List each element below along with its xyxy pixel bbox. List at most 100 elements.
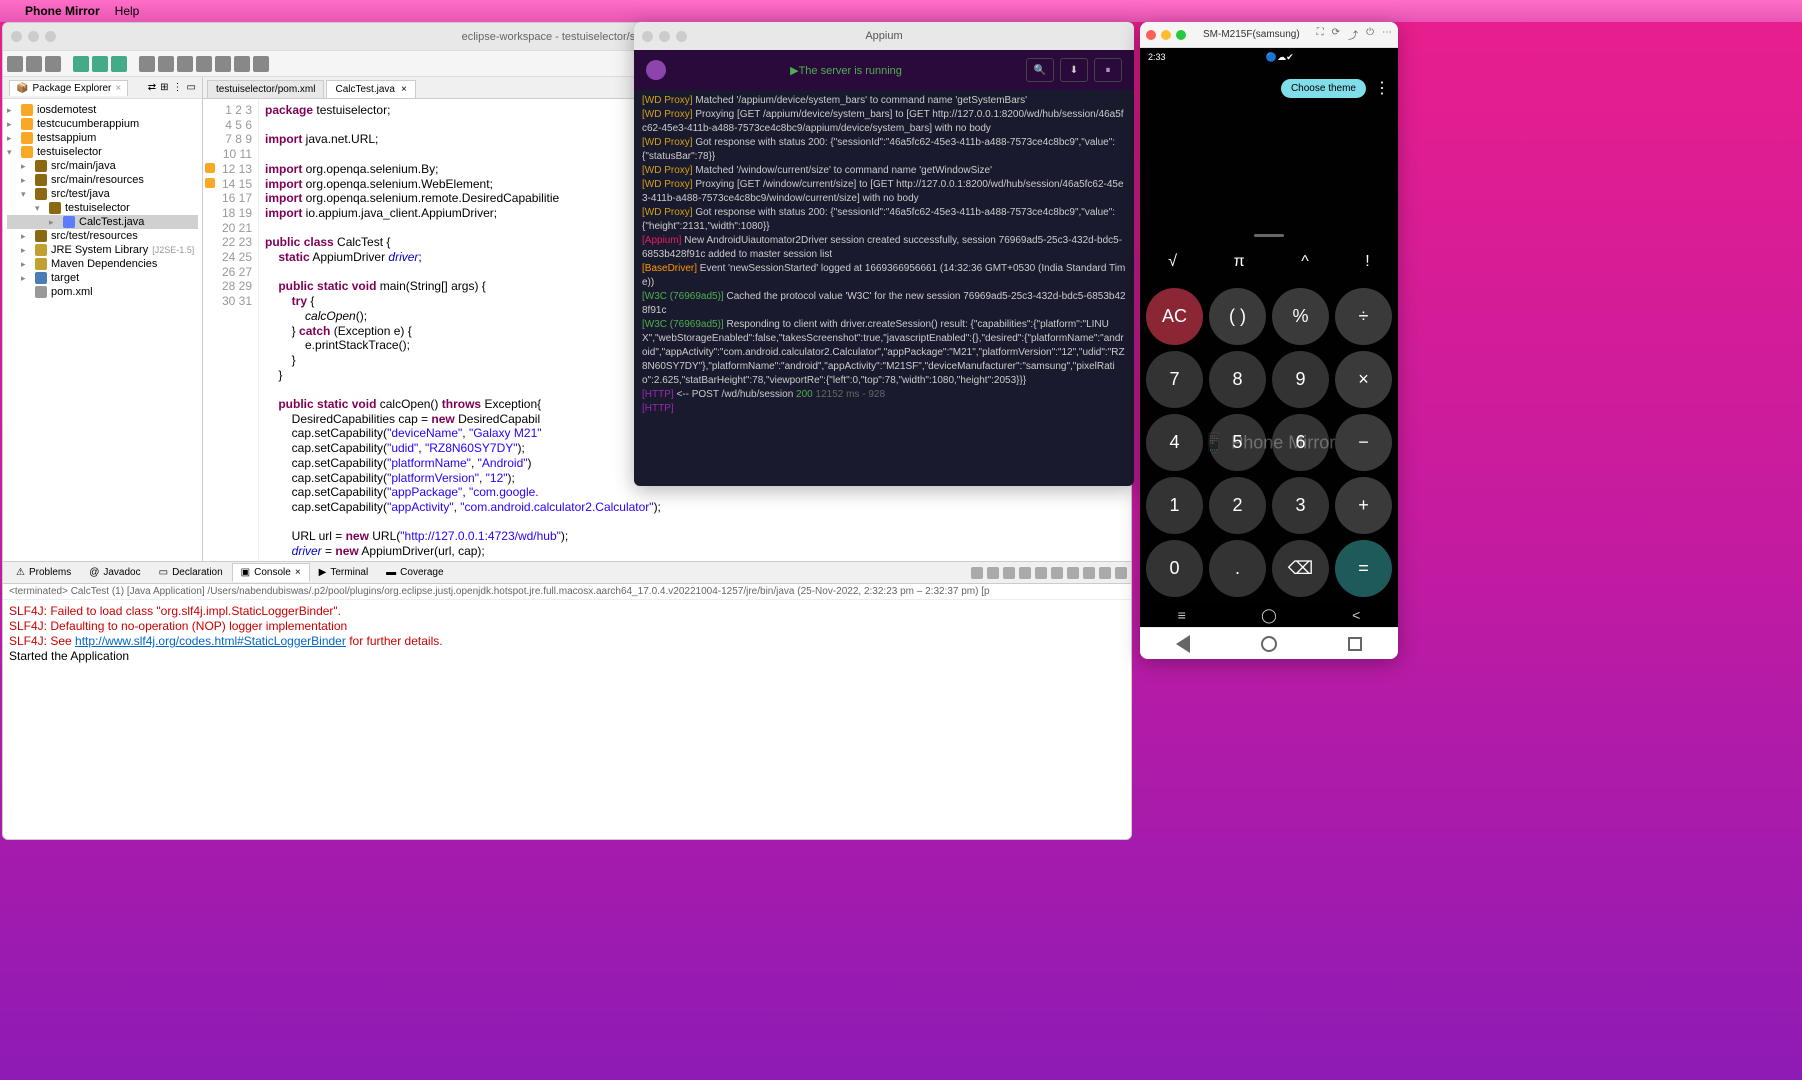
tree-maven-deps[interactable]: ▸Maven Dependencies <box>7 257 198 271</box>
tree-java-file[interactable]: ▸CalcTest.java <box>7 215 198 229</box>
choose-theme-button[interactable]: Choose theme <box>1281 79 1366 98</box>
menubar-app-name[interactable]: Phone Mirror <box>25 4 100 18</box>
plus-button[interactable]: + <box>1335 477 1392 534</box>
ac-button[interactable]: AC <box>1146 288 1203 345</box>
tree-folder[interactable]: ▸target <box>7 271 198 285</box>
pi-button[interactable]: π <box>1234 253 1245 271</box>
home-button[interactable]: ◯ <box>1261 607 1277 624</box>
link-editor-icon[interactable]: ⇄ <box>148 82 156 93</box>
new-icon[interactable] <box>7 56 23 72</box>
pin-console-icon[interactable] <box>1051 567 1063 579</box>
tree-pom[interactable]: pom.xml <box>7 285 198 299</box>
maximize-icon[interactable] <box>676 31 687 42</box>
power-button[interactable]: ^ <box>1301 253 1309 271</box>
digit-0-button[interactable]: 0 <box>1146 540 1203 597</box>
tree-package[interactable]: ▾testuiselector <box>7 201 198 215</box>
digit-1-button[interactable]: 1 <box>1146 477 1203 534</box>
pkg-explorer-tab[interactable]: 📦 Package Explorer × <box>9 80 128 96</box>
max-view-icon[interactable] <box>1115 567 1127 579</box>
close-icon[interactable]: × <box>401 84 407 95</box>
appium-log[interactable]: [WD Proxy] Matched '/appium/device/syste… <box>634 90 1134 486</box>
backspace-button[interactable]: ⌫ <box>1272 540 1329 597</box>
back-button[interactable]: < <box>1352 607 1360 623</box>
open-console-icon[interactable] <box>1083 567 1095 579</box>
digit-7-button[interactable]: 7 <box>1146 351 1203 408</box>
close-icon[interactable] <box>642 31 653 42</box>
close-icon[interactable]: × <box>295 567 301 578</box>
tree-src-folder[interactable]: ▾src/test/java <box>7 187 198 201</box>
close-icon[interactable] <box>11 31 22 42</box>
digit-5-button[interactable]: 5 <box>1209 414 1266 471</box>
remove-all-icon[interactable] <box>1003 567 1015 579</box>
digit-8-button[interactable]: 8 <box>1209 351 1266 408</box>
tree-project[interactable]: ▾testuiselector <box>7 145 198 159</box>
tab-pom[interactable]: testuiselector/pom.xml <box>207 80 324 98</box>
divide-button[interactable]: ÷ <box>1335 288 1392 345</box>
tree-jre[interactable]: ▸JRE System Library [J2SE-1.5] <box>7 243 198 257</box>
nav-recents-icon[interactable] <box>1348 637 1362 651</box>
tab-declaration[interactable]: ▭ Declaration <box>150 563 232 582</box>
tree-project[interactable]: ▸testsappium <box>7 131 198 145</box>
tree-project[interactable]: ▸testcucumberappium <box>7 117 198 131</box>
scroll-lock-icon[interactable] <box>1035 567 1047 579</box>
close-icon[interactable]: × <box>115 83 121 94</box>
digit-9-button[interactable]: 9 <box>1272 351 1329 408</box>
tab-terminal[interactable]: ▶ Terminal <box>310 563 378 582</box>
tree-src-folder[interactable]: ▸src/test/resources <box>7 229 198 243</box>
upload-icon[interactable]: ⤴ <box>1348 27 1358 42</box>
save-all-icon[interactable] <box>45 56 61 72</box>
nav-back-icon[interactable] <box>1176 635 1190 653</box>
debug-icon[interactable] <box>73 56 89 72</box>
open-type-icon[interactable] <box>177 56 193 72</box>
min-view-icon[interactable] <box>1099 567 1111 579</box>
nav-back-icon[interactable] <box>234 56 250 72</box>
focus-icon[interactable]: ⊞ <box>160 82 168 93</box>
digit-6-button[interactable]: 6 <box>1272 414 1329 471</box>
tree-src-folder[interactable]: ▸src/main/resources <box>7 173 198 187</box>
minus-button[interactable]: − <box>1335 414 1392 471</box>
factorial-button[interactable]: ! <box>1365 253 1369 271</box>
minimize-view-icon[interactable]: ▭ <box>187 82 196 93</box>
digit-3-button[interactable]: 3 <box>1272 477 1329 534</box>
warning-icon[interactable] <box>205 178 215 188</box>
digit-4-button[interactable]: 4 <box>1146 414 1203 471</box>
coverage-icon[interactable] <box>111 56 127 72</box>
tab-console[interactable]: ▣ Console × <box>232 563 310 582</box>
minimize-icon[interactable] <box>28 31 39 42</box>
console-link[interactable]: http://www.slf4j.org/codes.html#StaticLo… <box>75 634 346 648</box>
kebab-menu-icon[interactable]: ⋮ <box>1374 78 1390 98</box>
close-icon[interactable] <box>1146 30 1156 40</box>
minimize-icon[interactable] <box>1161 30 1171 40</box>
maximize-icon[interactable] <box>1176 30 1186 40</box>
recents-button[interactable]: ≡ <box>1178 607 1186 623</box>
tab-calctest[interactable]: CalcTest.java× <box>326 80 415 98</box>
view-menu-icon[interactable]: ⋮ <box>173 82 183 93</box>
nav-home-icon[interactable] <box>1261 636 1277 652</box>
fullscreen-icon[interactable]: ⛶ <box>1317 27 1324 42</box>
terminate-icon[interactable] <box>971 567 983 579</box>
maximize-icon[interactable] <box>45 31 56 42</box>
clear-console-icon[interactable] <box>1019 567 1031 579</box>
decimal-button[interactable]: . <box>1209 540 1266 597</box>
tab-problems[interactable]: ⚠ Problems <box>7 563 80 582</box>
run-icon[interactable] <box>92 56 108 72</box>
calc-display[interactable] <box>1140 110 1398 228</box>
tree-src-folder[interactable]: ▸src/main/java <box>7 159 198 173</box>
nav-forward-icon[interactable] <box>253 56 269 72</box>
tree-project[interactable]: ▸iosdemotest <box>7 103 198 117</box>
tab-javadoc[interactable]: @ Javadoc <box>80 563 149 582</box>
tab-coverage[interactable]: ▬ Coverage <box>377 563 452 582</box>
paren-button[interactable]: ( ) <box>1209 288 1266 345</box>
percent-button[interactable]: % <box>1272 288 1329 345</box>
minimize-icon[interactable] <box>659 31 670 42</box>
multiply-button[interactable]: × <box>1335 351 1392 408</box>
remove-launch-icon[interactable] <box>987 567 999 579</box>
sqrt-button[interactable]: √ <box>1168 253 1177 271</box>
warning-icon[interactable] <box>205 163 215 173</box>
equals-button[interactable]: = <box>1335 540 1392 597</box>
show-console-icon[interactable] <box>1067 567 1079 579</box>
digit-2-button[interactable]: 2 <box>1209 477 1266 534</box>
menubar-help[interactable]: Help <box>115 4 140 18</box>
search-icon[interactable] <box>196 56 212 72</box>
more-icon[interactable]: ⋯ <box>1382 27 1392 42</box>
